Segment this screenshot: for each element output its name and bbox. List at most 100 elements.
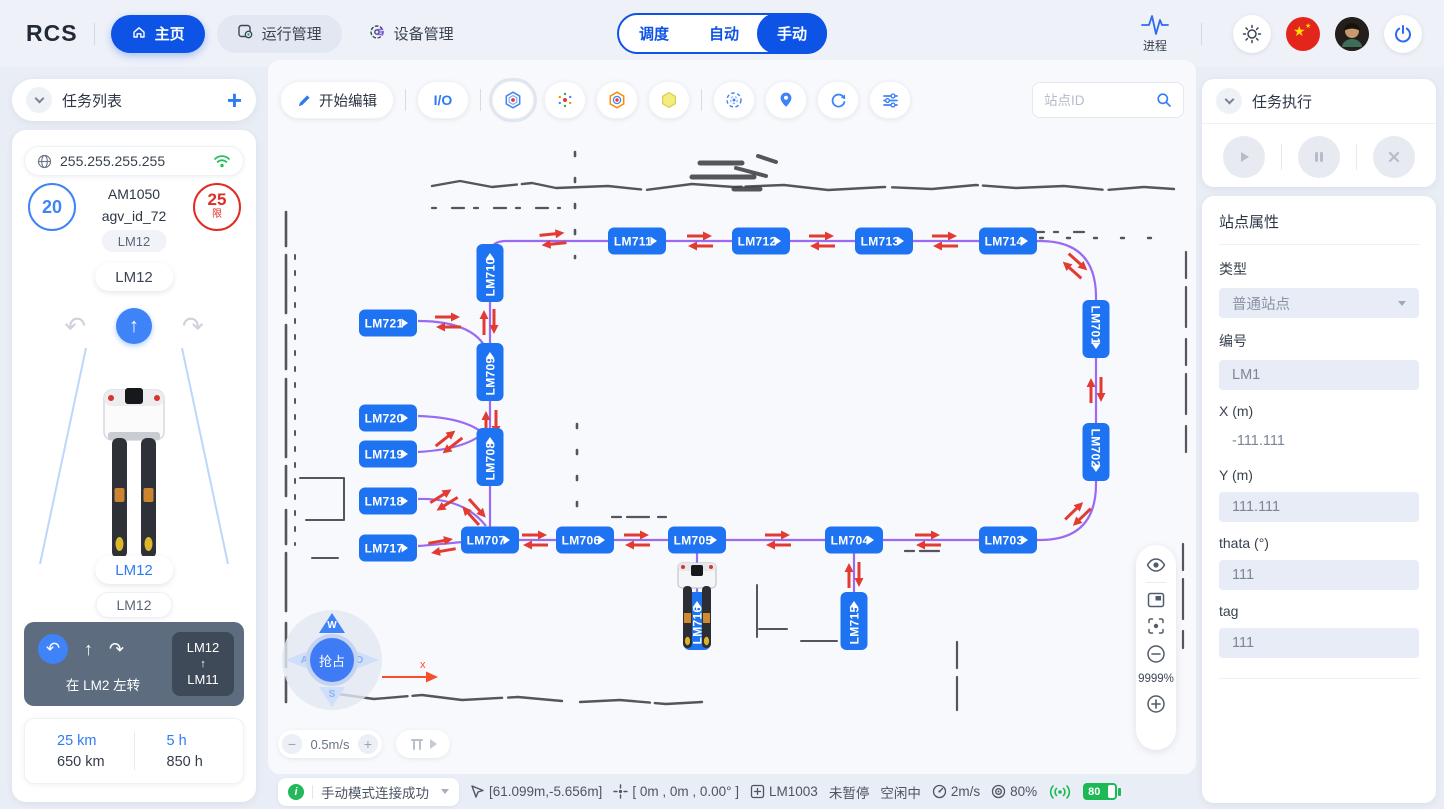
theta-input[interactable]: [1219, 560, 1419, 590]
waveform-icon: [1140, 14, 1170, 36]
locate-button[interactable]: [765, 81, 807, 119]
layer-zones-button[interactable]: [596, 81, 638, 119]
task-play-button[interactable]: [1223, 136, 1265, 178]
agv-ip-row[interactable]: 255.255.255.255: [24, 146, 244, 176]
map-station-LM704[interactable]: LM704: [825, 527, 883, 554]
joystick-down-key[interactable]: S: [319, 687, 345, 707]
task-stop-button[interactable]: [1373, 136, 1415, 178]
distance-stats: 25 km 650 km: [25, 719, 134, 783]
tab-auto[interactable]: 自动: [689, 15, 759, 52]
start-edit-button[interactable]: 开始编辑: [280, 81, 394, 119]
pause-icon: [1312, 150, 1326, 164]
station-search-input[interactable]: [1044, 93, 1150, 108]
task-pause-button[interactable]: [1298, 136, 1340, 178]
center-focus-icon[interactable]: [1147, 617, 1165, 635]
layer-area-button[interactable]: [648, 81, 690, 119]
map-station-LM705[interactable]: LM705: [668, 527, 726, 554]
task-execution-card: 任务执行: [1202, 79, 1436, 187]
nav-home[interactable]: 主页: [111, 15, 205, 53]
fork-icon: [409, 737, 425, 752]
search-icon[interactable]: [1156, 92, 1172, 108]
refresh-icon: [829, 91, 848, 110]
type-select[interactable]: 普通站点: [1219, 288, 1419, 318]
connection-status-dropdown[interactable]: i 手动模式连接成功: [278, 778, 459, 806]
joystick-up-key[interactable]: W: [319, 613, 345, 633]
minimap-icon[interactable]: [1147, 592, 1165, 608]
map-station-LM712[interactable]: LM712: [732, 228, 790, 255]
svg-text:LM706: LM706: [562, 534, 601, 548]
fork-play-icon[interactable]: [430, 739, 437, 749]
map-station-LM721[interactable]: LM721: [359, 310, 417, 337]
nav-device[interactable]: 设备管理: [348, 15, 474, 53]
svg-text:LM718: LM718: [365, 495, 404, 509]
speed-plus-button[interactable]: +: [358, 734, 378, 754]
svg-text:LM711: LM711: [614, 235, 652, 249]
straight-icon[interactable]: ↑: [84, 639, 93, 660]
turn-left-active-icon[interactable]: ↶: [38, 634, 68, 664]
visibility-eye-icon[interactable]: [1146, 557, 1166, 573]
speed-badge: 20: [28, 183, 76, 231]
map-station-LM720[interactable]: LM720: [359, 405, 417, 432]
map-station-LM714[interactable]: LM714: [979, 228, 1037, 255]
map-station-LM710[interactable]: LM710: [477, 244, 504, 302]
work-state: 空闲中: [880, 782, 921, 802]
turn-right-hint-icon[interactable]: ↷: [109, 639, 124, 660]
lidar-button[interactable]: [713, 81, 755, 119]
close-icon: [1387, 150, 1401, 164]
map-station-LM707[interactable]: LM707: [461, 527, 519, 554]
signal-indicator: [1048, 784, 1072, 800]
map-station-LM719[interactable]: LM719: [359, 441, 417, 468]
tab-dispatch[interactable]: 调度: [619, 15, 689, 52]
theme-toggle-button[interactable]: [1233, 15, 1271, 53]
agv-card: 255.255.255.255 20 25 限 AM1050 agv_id_72…: [12, 130, 256, 802]
battery-remaining: [1108, 785, 1115, 798]
scatter-dots-icon: [555, 90, 575, 110]
user-avatar[interactable]: [1335, 17, 1369, 51]
map-station-LM715[interactable]: LM715: [841, 592, 868, 650]
zoom-out-button[interactable]: [1146, 644, 1166, 664]
current-station-chip: LM12: [102, 230, 167, 252]
wifi-icon: [213, 154, 231, 168]
map-station-LM703[interactable]: LM703: [979, 527, 1037, 554]
power-button[interactable]: [1384, 15, 1422, 53]
layer-points-button[interactable]: [544, 81, 586, 119]
language-flag-button[interactable]: ★ ★: [1286, 17, 1320, 51]
turn-right-icon[interactable]: ↷: [182, 311, 204, 342]
map-station-LM708[interactable]: LM708: [477, 428, 504, 486]
agv-pose: [ 0m , 0m , 0.00° ]: [613, 784, 739, 799]
collapse-button[interactable]: [26, 87, 52, 113]
map-station-LM709[interactable]: LM709: [477, 343, 504, 401]
map-station-LM706[interactable]: LM706: [556, 527, 614, 554]
turn-instruction: 在 LM2 左转: [38, 674, 168, 694]
refresh-button[interactable]: [817, 81, 859, 119]
map-station-LM717[interactable]: LM717: [359, 535, 417, 562]
map-station-LM718[interactable]: LM718: [359, 488, 417, 515]
svg-text:LM719: LM719: [365, 448, 404, 462]
home-icon: [131, 24, 147, 44]
tag-input[interactable]: [1219, 628, 1419, 658]
layer-stations-button[interactable]: [492, 81, 534, 119]
code-input[interactable]: [1219, 360, 1419, 390]
filter-button[interactable]: [869, 81, 911, 119]
y-input[interactable]: [1219, 492, 1419, 522]
map-station-LM702[interactable]: LM702: [1083, 423, 1110, 481]
connection-message: 手动模式连接成功: [321, 782, 429, 802]
io-button[interactable]: I/O: [417, 81, 469, 119]
map-station-LM701[interactable]: LM701: [1083, 300, 1110, 358]
process-button[interactable]: 进程: [1140, 14, 1170, 54]
collapse-button[interactable]: [1216, 88, 1242, 114]
zoom-in-button[interactable]: [1146, 694, 1166, 714]
svg-text:LM707: LM707: [467, 534, 506, 548]
turn-left-icon[interactable]: ↶: [64, 311, 86, 342]
svg-text:LM720: LM720: [365, 412, 404, 426]
add-task-button[interactable]: +: [227, 89, 242, 111]
map-station-LM713[interactable]: LM713: [855, 228, 913, 255]
svg-text:LM701: LM701: [1089, 306, 1103, 345]
forward-button[interactable]: ↑: [116, 308, 152, 344]
nav-operation[interactable]: 运行管理: [217, 15, 342, 53]
speed-minus-button[interactable]: −: [282, 734, 302, 754]
map-pin-icon: [777, 91, 795, 109]
seize-control-button[interactable]: 抢占: [306, 634, 358, 686]
tab-manual[interactable]: 手动: [757, 13, 827, 54]
map-station-LM711[interactable]: LM711: [608, 228, 666, 255]
